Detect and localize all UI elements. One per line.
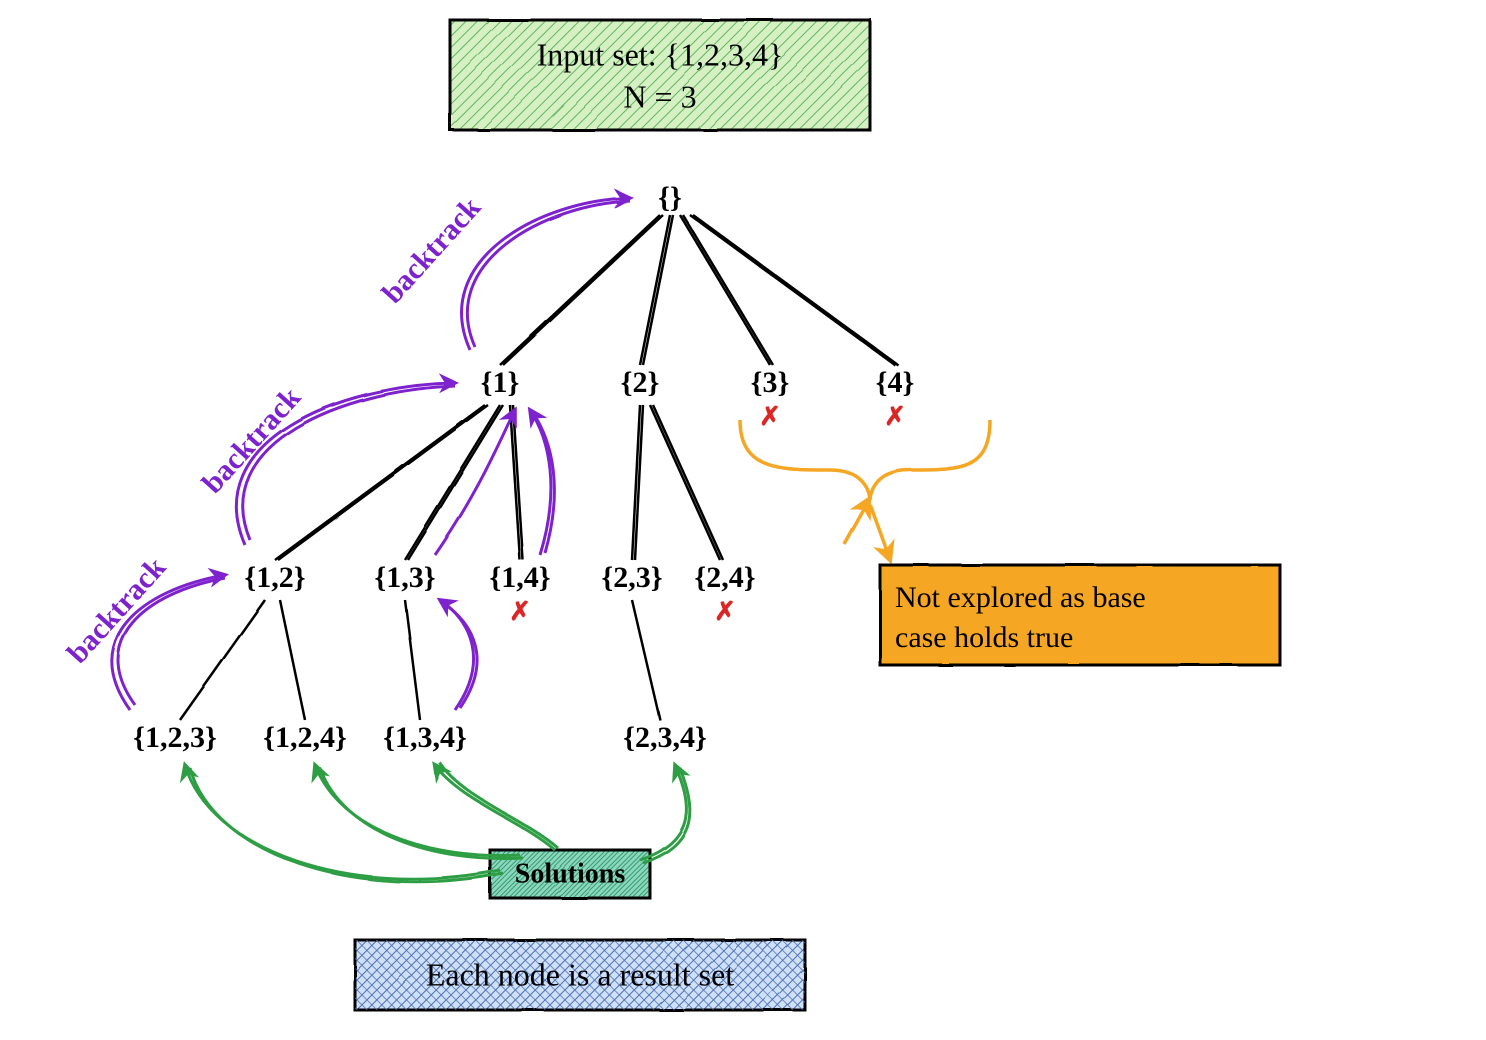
not-explored-line1: Not explored as base: [895, 581, 1146, 614]
node-13: {1,3}: [374, 561, 435, 594]
backtrack-labels: backtrack backtrack backtrack: [61, 191, 488, 670]
title-line1: Input set: {1,2,3,4}: [537, 36, 784, 72]
node-14: {1,4}: [489, 561, 550, 594]
node-1: {1}: [481, 366, 520, 399]
node-234: {2,3,4}: [623, 721, 707, 754]
node-4: {4}: [876, 366, 915, 399]
not-explored-line2: case holds true: [895, 621, 1073, 654]
solutions-label: Solutions: [515, 858, 626, 889]
x-icon: ✗: [714, 597, 736, 626]
svg-text:backtrack: backtrack: [61, 551, 173, 670]
node-23: {2,3}: [601, 561, 662, 594]
diagram-canvas: Input set: {1,2,3,4} N = 3 {} {1}: [0, 0, 1486, 1040]
footer-label: Each node is a result set: [426, 956, 734, 992]
not-explored-bracket: [740, 420, 990, 560]
node-123: {1,2,3}: [133, 721, 217, 754]
tree-nodes: {} {1} {2} {3} {4} {1,2} {1,3} {1,4} {2,…: [133, 181, 914, 754]
node-124: {1,2,4}: [263, 721, 347, 754]
title-line2: N = 3: [623, 78, 696, 114]
node-12: {1,2}: [244, 561, 305, 594]
node-2: {2}: [621, 366, 660, 399]
node-3: {3}: [751, 366, 790, 399]
svg-text:backtrack: backtrack: [196, 381, 308, 500]
node-root: {}: [658, 181, 682, 214]
backtrack-arrows: [112, 198, 630, 710]
x-icon: ✗: [759, 402, 781, 431]
node-134: {1,3,4}: [383, 721, 467, 754]
node-24: {2,4}: [694, 561, 755, 594]
x-icon: ✗: [509, 597, 531, 626]
x-icon: ✗: [884, 402, 906, 431]
